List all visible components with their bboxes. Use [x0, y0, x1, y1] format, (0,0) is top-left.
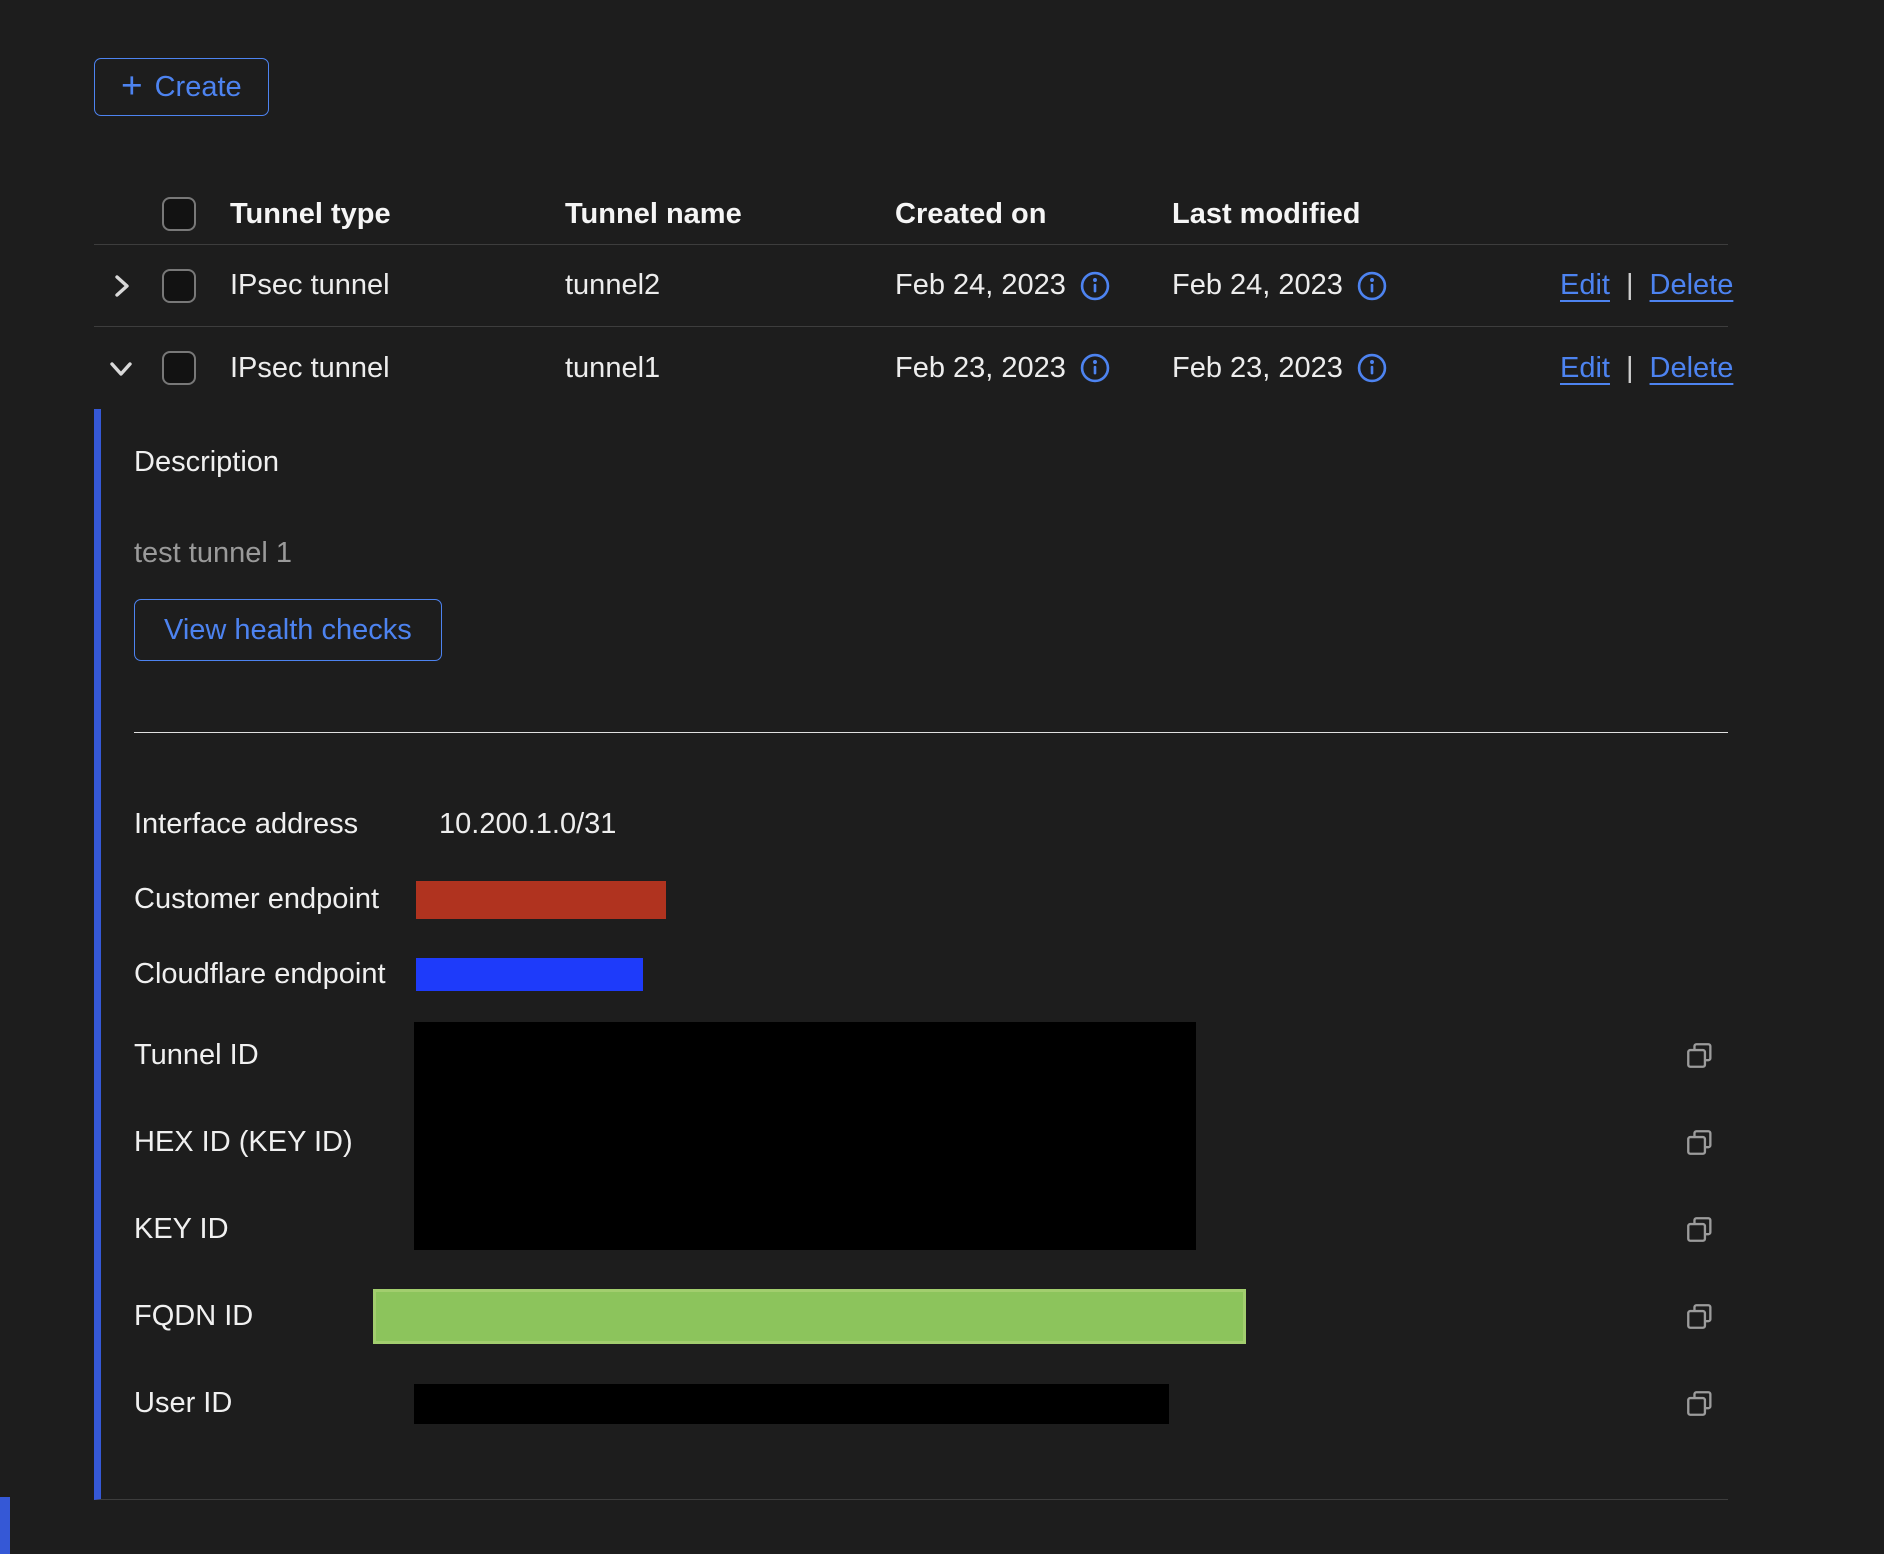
- copy-icon: [1684, 1214, 1715, 1245]
- info-icon: [1357, 353, 1387, 383]
- chevron-down-icon: [105, 352, 137, 384]
- tunnel-name-cell: tunnel1: [556, 352, 884, 385]
- key-id-label: KEY ID: [134, 1213, 414, 1246]
- copy-tunnel-id-button[interactable]: [1684, 1040, 1715, 1071]
- description-label: Description: [134, 445, 1728, 479]
- copy-user-id-button[interactable]: [1684, 1388, 1715, 1419]
- created-on-info-button[interactable]: [1080, 271, 1110, 301]
- field-fqdn-id: FQDN ID: [134, 1273, 1728, 1360]
- interface-address-label: Interface address: [134, 808, 414, 841]
- table-row: IPsec tunnel tunnel1 Feb 23, 2023 Feb 23…: [94, 327, 1728, 409]
- view-health-checks-button[interactable]: View health checks: [134, 599, 442, 661]
- collapse-row-button[interactable]: [94, 327, 152, 409]
- table-row: IPsec tunnel tunnel2 Feb 24, 2023 Feb 24…: [94, 245, 1728, 327]
- table-header-row: Tunnel type Tunnel name Created on Last …: [94, 184, 1728, 245]
- header-checkbox-cell: [152, 197, 218, 231]
- column-header-tunnel-name: Tunnel name: [556, 198, 884, 231]
- fqdn-id-label: FQDN ID: [134, 1300, 414, 1333]
- cloudflare-endpoint-redaction: [416, 958, 643, 991]
- info-icon: [1080, 271, 1110, 301]
- copy-icon: [1684, 1127, 1715, 1158]
- created-on-info-button[interactable]: [1080, 353, 1110, 383]
- create-button-label: Create: [155, 71, 242, 104]
- customer-endpoint-label: Customer endpoint: [134, 883, 414, 916]
- link-separator: |: [1626, 269, 1634, 302]
- create-button[interactable]: + Create: [94, 58, 269, 116]
- select-all-checkbox[interactable]: [162, 197, 196, 231]
- row-checkbox-cell: [152, 269, 218, 303]
- tunnels-table: Tunnel type Tunnel name Created on Last …: [94, 184, 1728, 1500]
- copy-key-id-button[interactable]: [1684, 1214, 1715, 1245]
- delete-link[interactable]: Delete: [1650, 269, 1734, 302]
- copy-icon: [1684, 1388, 1715, 1419]
- field-customer-endpoint: Customer endpoint: [134, 862, 1728, 937]
- user-id-redaction: [414, 1384, 1169, 1424]
- hex-id-label: HEX ID (KEY ID): [134, 1126, 414, 1159]
- link-separator: |: [1626, 352, 1634, 385]
- tunnel-type-cell: IPsec tunnel: [218, 269, 556, 302]
- tunnel-detail-fields: Interface address 10.200.1.0/31 Customer…: [134, 787, 1728, 1447]
- field-cloudflare-endpoint: Cloudflare endpoint: [134, 937, 1728, 1012]
- edit-link[interactable]: Edit: [1560, 352, 1610, 385]
- created-on-cell: Feb 24, 2023: [884, 269, 1160, 302]
- field-group-ids: Tunnel ID HEX ID (KEY ID): [134, 1012, 1728, 1273]
- copy-fqdn-id-button[interactable]: [1684, 1301, 1715, 1332]
- chevron-right-icon: [105, 270, 137, 302]
- tunnel-id-label: Tunnel ID: [134, 1039, 414, 1072]
- info-icon: [1357, 271, 1387, 301]
- column-header-created-on: Created on: [884, 198, 1160, 231]
- created-on-value: Feb 23, 2023: [895, 352, 1066, 385]
- plus-icon: +: [121, 67, 143, 104]
- column-header-tunnel-type: Tunnel type: [218, 198, 556, 231]
- last-modified-info-button[interactable]: [1357, 353, 1387, 383]
- user-id-label: User ID: [134, 1387, 414, 1420]
- edit-link[interactable]: Edit: [1560, 269, 1610, 302]
- copy-icon: [1684, 1301, 1715, 1332]
- bottom-left-accent: [0, 1497, 10, 1554]
- row-actions-cell: Edit | Delete: [1560, 269, 1748, 302]
- created-on-value: Feb 24, 2023: [895, 269, 1066, 302]
- info-icon: [1080, 353, 1110, 383]
- field-user-id: User ID: [134, 1360, 1728, 1447]
- cloudflare-endpoint-label: Cloudflare endpoint: [134, 958, 414, 991]
- delete-link[interactable]: Delete: [1650, 352, 1734, 385]
- divider: [134, 732, 1728, 733]
- description-value: test tunnel 1: [134, 536, 1728, 570]
- tunnel-detail-panel: Description test tunnel 1 View health ch…: [94, 409, 1728, 1500]
- copy-hex-id-button[interactable]: [1684, 1127, 1715, 1158]
- customer-endpoint-redaction: [416, 881, 666, 919]
- copy-icon: [1684, 1040, 1715, 1071]
- row-checkbox-cell: [152, 351, 218, 385]
- field-interface-address: Interface address 10.200.1.0/31: [134, 787, 1728, 862]
- row-checkbox[interactable]: [162, 269, 196, 303]
- created-on-cell: Feb 23, 2023: [884, 352, 1160, 385]
- tunnel-name-cell: tunnel2: [556, 269, 884, 302]
- column-header-last-modified: Last modified: [1160, 198, 1560, 231]
- last-modified-value: Feb 24, 2023: [1172, 269, 1343, 302]
- last-modified-value: Feb 23, 2023: [1172, 352, 1343, 385]
- last-modified-info-button[interactable]: [1357, 271, 1387, 301]
- tunnel-type-cell: IPsec tunnel: [218, 352, 556, 385]
- ids-redaction-block: [414, 1022, 1196, 1250]
- row-checkbox[interactable]: [162, 351, 196, 385]
- fqdn-id-redaction: [373, 1289, 1246, 1344]
- last-modified-cell: Feb 24, 2023: [1160, 269, 1560, 302]
- row-actions-cell: Edit | Delete: [1560, 352, 1748, 385]
- expand-row-button[interactable]: [94, 245, 152, 326]
- interface-address-value: 10.200.1.0/31: [414, 808, 616, 841]
- last-modified-cell: Feb 23, 2023: [1160, 352, 1560, 385]
